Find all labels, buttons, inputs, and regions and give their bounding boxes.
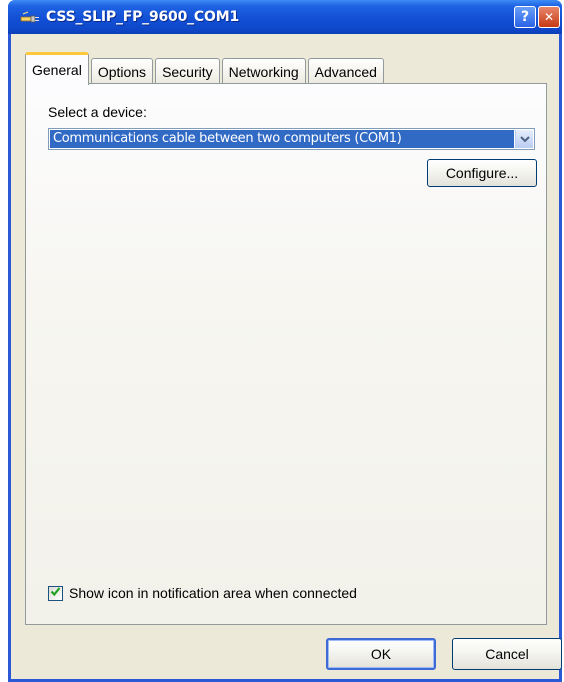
tab-security[interactable]: Security xyxy=(155,58,220,84)
window-title: CSS_SLIP_FP_9600_COM1 xyxy=(46,9,239,25)
configure-button[interactable]: Configure... xyxy=(427,159,537,187)
tab-advanced[interactable]: Advanced xyxy=(307,58,384,84)
select-device-label: Select a device: xyxy=(48,104,147,120)
show-icon-label: Show icon in notification area when conn… xyxy=(69,585,357,601)
connection-icon xyxy=(20,11,40,25)
dialog-window: CSS_SLIP_FP_9600_COM1 ? ✕ General Option… xyxy=(8,0,562,682)
close-button[interactable]: ✕ xyxy=(538,6,560,28)
title-bar[interactable]: CSS_SLIP_FP_9600_COM1 ? ✕ xyxy=(8,0,562,34)
device-select[interactable]: Communications cable between two compute… xyxy=(48,128,535,150)
tab-strip: General Options Security Networking Adva… xyxy=(25,50,386,85)
device-select-value: Communications cable between two compute… xyxy=(50,130,514,148)
help-icon: ? xyxy=(520,9,530,25)
tab-options[interactable]: Options xyxy=(90,58,154,84)
dialog-client-area: General Options Security Networking Adva… xyxy=(11,34,562,679)
cancel-button[interactable]: Cancel xyxy=(452,638,562,670)
chevron-down-icon xyxy=(519,130,530,148)
tab-general[interactable]: General xyxy=(25,52,89,85)
ok-button[interactable]: OK xyxy=(326,638,436,670)
checkmark-icon xyxy=(50,584,61,602)
show-icon-option: Show icon in notification area when conn… xyxy=(48,583,357,603)
close-icon: ✕ xyxy=(543,10,555,24)
help-button[interactable]: ? xyxy=(514,6,536,28)
general-tab-panel: Select a device: Communications cable be… xyxy=(25,83,547,625)
tab-networking[interactable]: Networking xyxy=(221,58,306,84)
show-icon-checkbox[interactable] xyxy=(48,584,63,602)
dropdown-button[interactable] xyxy=(515,130,533,148)
